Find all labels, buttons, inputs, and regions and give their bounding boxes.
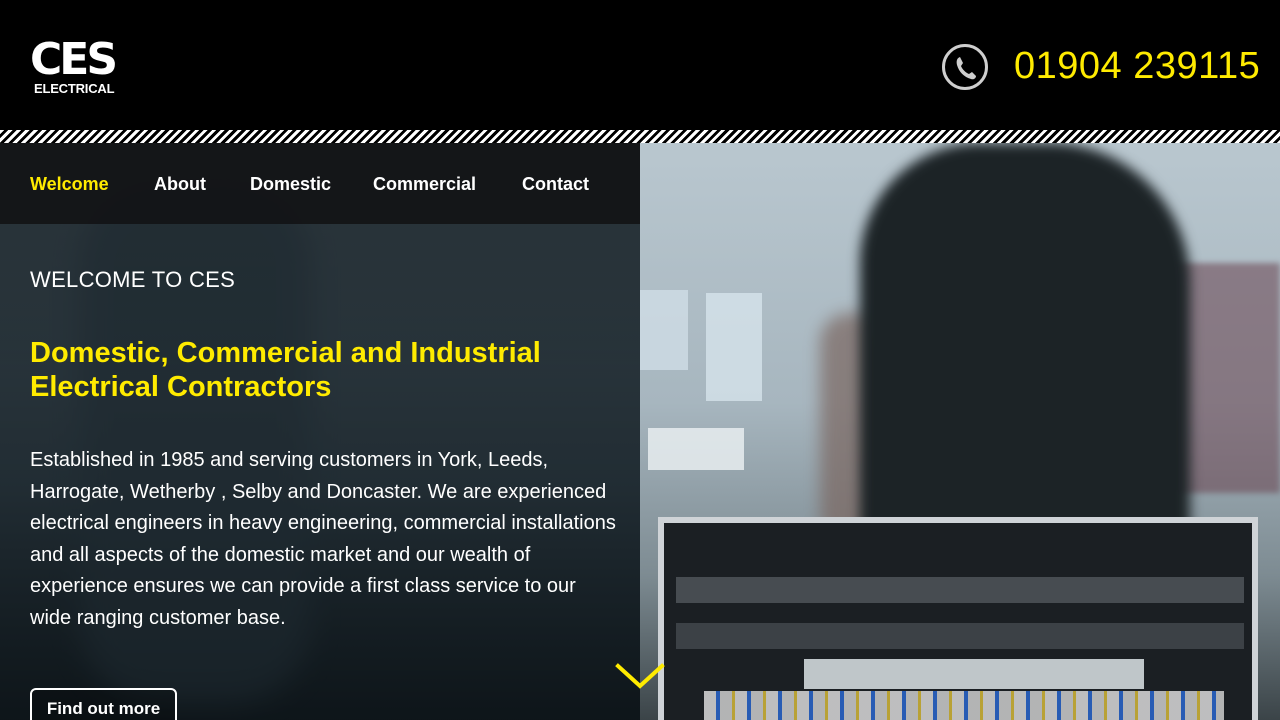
cabinet-board (804, 659, 1144, 689)
hero-intro-text: Established in 1985 and serving customer… (30, 449, 616, 629)
find-out-more-button[interactable]: Find out more (30, 688, 177, 720)
welcome-heading: WELCOME TO CES (30, 267, 236, 292)
cabinet-rail (676, 623, 1244, 649)
blurred-worker (860, 143, 1190, 573)
nav-item-domestic[interactable]: Domestic (250, 173, 331, 195)
wall-poster (706, 293, 762, 401)
chevron-down-icon[interactable] (614, 662, 666, 690)
wall-socket (648, 428, 744, 470)
ces-logo[interactable]: CES ELECTRICAL (30, 34, 122, 96)
cabinet-rail (676, 577, 1244, 603)
phone-icon (942, 44, 988, 90)
logo-subtitle: ELECTRICAL (34, 81, 115, 96)
phone-number[interactable]: 01904 239115 (1014, 44, 1260, 88)
nav-item-contact[interactable]: Contact (522, 173, 589, 195)
hazard-stripe-divider (0, 130, 1280, 143)
nav-item-welcome[interactable]: Welcome (30, 173, 109, 195)
nav-item-about[interactable]: About (154, 173, 206, 195)
logo-wordmark: CES (30, 34, 118, 85)
electrical-cabinet (658, 517, 1258, 720)
site-header: CES ELECTRICAL 01904 239115 (0, 0, 1280, 130)
nav-item-commercial[interactable]: Commercial (373, 173, 476, 195)
wall-poster (640, 290, 688, 370)
cabinet-wiring (704, 691, 1224, 720)
hero-headline: Domestic, Commercial and Industrial Elec… (30, 337, 541, 403)
